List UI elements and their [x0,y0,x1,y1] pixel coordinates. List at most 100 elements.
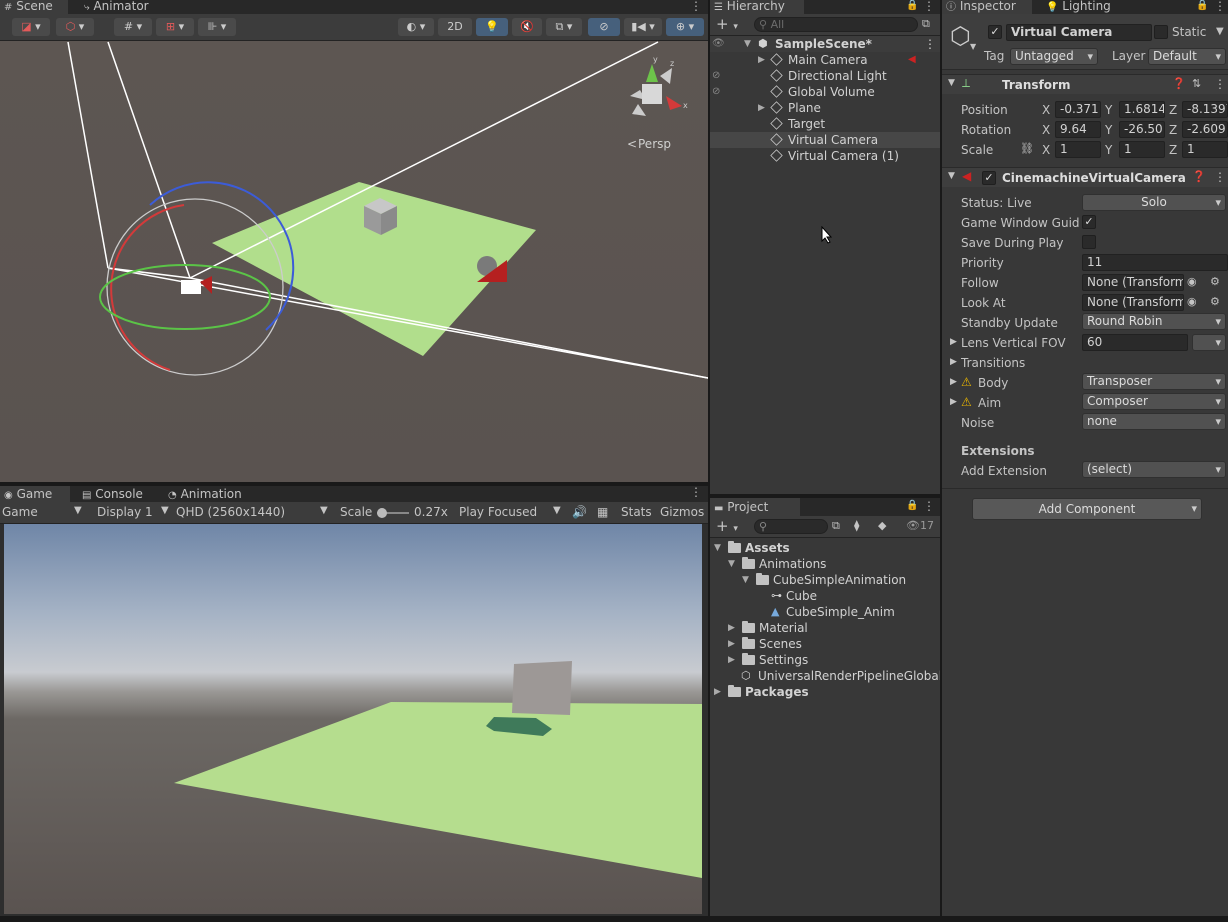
tab-console[interactable]: ▤ Console [78,486,149,502]
scene-viewport[interactable]: y x z Persp < [0,41,708,482]
search-by-type-icon[interactable]: ⧉ [832,519,840,533]
lighting-toggle[interactable]: 💡 [476,18,508,36]
play-mode-dropdown[interactable]: Play Focused ▼ [459,505,565,519]
expand-arrow-icon[interactable]: ▶ [758,52,768,68]
resolution-dropdown[interactable]: QHD (2560x1440) ▼ [176,505,330,519]
axis-y-label[interactable]: Y [1105,103,1112,117]
expand-arrow-icon[interactable]: ▶ [728,636,738,652]
hierarchy-item[interactable]: ▶ Plane [710,100,940,116]
game-window-guides-checkbox[interactable]: ✓ [1082,215,1096,229]
expand-arrow-icon[interactable]: ▶ [758,100,768,116]
shading-button[interactable]: ⬡ ▾ [56,18,94,36]
noise-dropdown[interactable]: none [1082,413,1226,430]
project-item[interactable]: ⊶ Cube [710,588,940,604]
project-item[interactable]: ▶ Material [710,620,940,636]
axis-x-label[interactable]: X [1042,143,1050,157]
constrain-proportions-icon[interactable]: ⛓ [1020,142,1034,155]
object-picker-icon[interactable]: ◉ [1187,295,1197,308]
effects-button[interactable]: ⧉ ▾ [546,18,582,36]
tab-lighting[interactable]: 💡 Lighting [1042,0,1117,14]
game-menu-icon[interactable]: ⋮ [690,486,702,500]
project-search-input[interactable]: ⚲ [754,519,828,534]
rotation-z-field[interactable]: -2.609 [1182,121,1228,138]
expand-arrow-icon[interactable]: ▶ [728,620,738,636]
position-z-field[interactable]: -8.1397 [1182,101,1228,118]
preset-icon[interactable]: ⇅ [1192,77,1201,90]
project-item[interactable]: ▶ Packages [710,684,940,700]
component-enabled-checkbox[interactable]: ✓ [982,171,996,185]
hierarchy-search-input[interactable]: ⚲ All [754,17,918,32]
add-object-button[interactable]: + ▾ [716,15,738,33]
tab-inspector[interactable]: ⓘ Inspector [942,0,1032,14]
scale-x-field[interactable]: 1 [1055,141,1101,158]
project-item[interactable]: ▼ Assets [710,540,940,556]
camera-settings-button[interactable]: ▮◀ ▾ [624,18,662,36]
measure-button[interactable]: ⊪ ▾ [198,18,236,36]
standby-update-dropdown[interactable]: Round Robin [1082,313,1226,330]
tab-animator[interactable]: ⤷ Animator [80,0,155,14]
hidden-icon[interactable]: ⊘ [712,68,720,84]
scale-slider[interactable] [377,508,409,518]
position-x-field[interactable]: -0.371 [1055,101,1101,118]
project-item[interactable]: ⬡ UniversalRenderPipelineGlobalS [710,668,940,684]
lock-icon[interactable]: 🔒 [906,500,918,514]
scene-search-icon[interactable]: ⧉ [922,17,930,31]
visibility-eye-icon[interactable]: 👁 [712,36,725,52]
expand-arrow-icon[interactable]: ▶ [950,337,957,347]
tab-project[interactable]: ▬ Project [710,498,800,516]
lock-icon[interactable]: 🔒 [1196,0,1208,14]
expand-arrow-icon[interactable]: ▶ [728,652,738,668]
gear-icon[interactable]: ⚙ [1210,275,1220,288]
increment-snap-button[interactable]: ⊞ ▾ [156,18,194,36]
tab-hierarchy[interactable]: ☰ Hierarchy [710,0,804,14]
projection-label[interactable]: Persp [638,137,671,151]
active-checkbox[interactable]: ✓ [988,25,1002,39]
expand-arrow-icon[interactable]: ▶ [950,357,957,367]
axis-z-label[interactable]: Z [1169,123,1177,137]
speaker-icon[interactable]: 🔊 [572,505,587,519]
gizmos-button[interactable]: ⊕ ▾ [666,18,704,36]
transform-header[interactable]: ▼ ⟂ Transform ❓ ⇅ ⋮ [942,74,1228,94]
scene-row[interactable]: 👁 ▼ ⬢ SampleScene* ⋮ [710,36,940,52]
grid-snap-button[interactable]: # ▾ [114,18,152,36]
add-component-button[interactable]: Add Component [972,498,1202,520]
add-extension-dropdown[interactable]: (select) [1082,461,1226,478]
axis-y-label[interactable]: Y [1105,123,1112,137]
hierarchy-item[interactable]: Virtual Camera [710,132,940,148]
create-asset-button[interactable]: + ▾ [716,517,738,535]
layer-dropdown[interactable]: Default [1148,48,1226,65]
audio-toggle[interactable]: 🔇 [512,18,542,36]
expand-arrow-icon[interactable]: ▶ [714,684,724,700]
position-y-field[interactable]: 1.68147 [1119,101,1165,118]
axis-y-label[interactable]: Y [1105,143,1112,157]
project-item[interactable]: ▼ CubeSimpleAnimation [710,572,940,588]
axis-z-label[interactable]: Z [1169,143,1177,157]
component-menu-icon[interactable]: ⋮ [1214,77,1226,91]
scale-z-field[interactable]: 1 [1182,141,1228,158]
axis-z-label[interactable]: Z [1169,103,1177,117]
rotation-y-field[interactable]: -26.50 [1119,121,1165,138]
tab-scene[interactable]: # Scene [0,0,68,14]
help-icon[interactable]: ❓ [1192,170,1206,183]
hierarchy-item[interactable]: Virtual Camera (1) [710,148,940,164]
lens-fov-field[interactable]: 60 [1082,334,1188,351]
inspector-menu-icon[interactable]: ⋮ [1214,0,1226,14]
render-mode-button[interactable]: ◐ ▾ [398,18,434,36]
axis-x-label[interactable]: X [1042,103,1050,117]
2d-toggle[interactable]: 2D [438,18,472,36]
help-icon[interactable]: ❓ [1172,77,1186,90]
game-display-mode-dropdown[interactable]: Game ▼ [2,505,84,519]
save-during-play-checkbox[interactable] [1082,235,1096,249]
static-checkbox[interactable] [1154,25,1168,39]
expand-arrow-icon[interactable]: ▼ [742,572,752,588]
gizmos-button[interactable]: Gizmos [660,505,704,519]
filter-by-label-icon[interactable]: ⧫ [854,519,859,532]
rotation-x-field[interactable]: 9.64 [1055,121,1101,138]
object-name-input[interactable]: Virtual Camera [1006,24,1152,41]
stats-button[interactable]: Stats [621,505,652,519]
game-view[interactable] [4,524,702,914]
follow-field[interactable]: None (Transform) [1082,274,1184,291]
body-dropdown[interactable]: Transposer [1082,373,1226,390]
component-menu-icon[interactable]: ⋮ [1214,170,1226,184]
look-at-field[interactable]: None (Transform) [1082,294,1184,311]
